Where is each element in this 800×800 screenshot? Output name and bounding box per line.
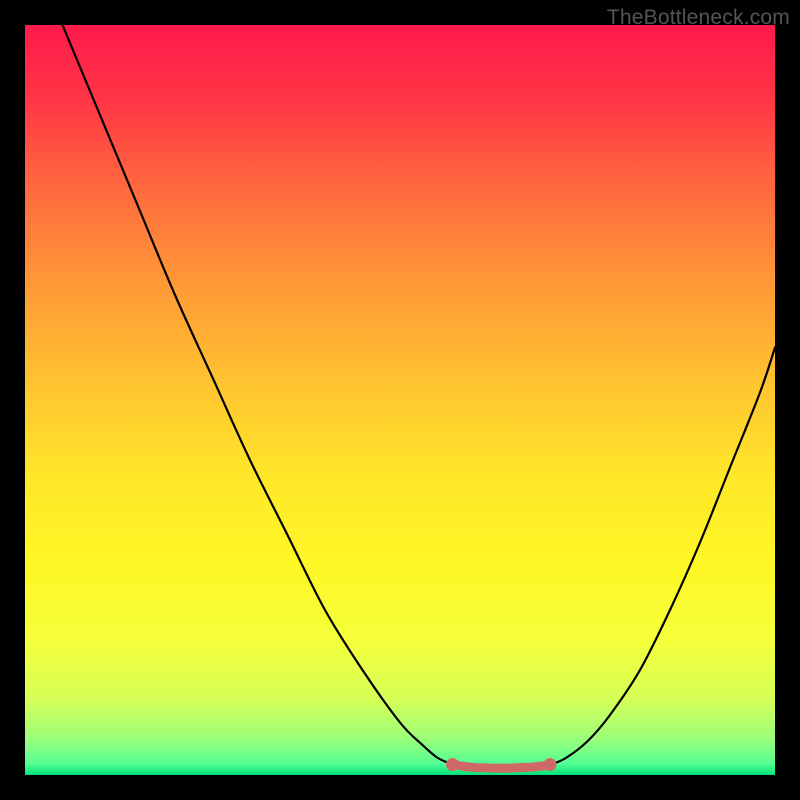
chart-container: TheBottleneck.com <box>0 0 800 800</box>
marker-endcap-1 <box>544 758 557 771</box>
plot-area <box>25 25 775 775</box>
marker-endcap-0 <box>446 758 459 771</box>
chart-svg <box>25 25 775 775</box>
gradient-background <box>25 25 775 775</box>
marker-band <box>453 765 551 769</box>
